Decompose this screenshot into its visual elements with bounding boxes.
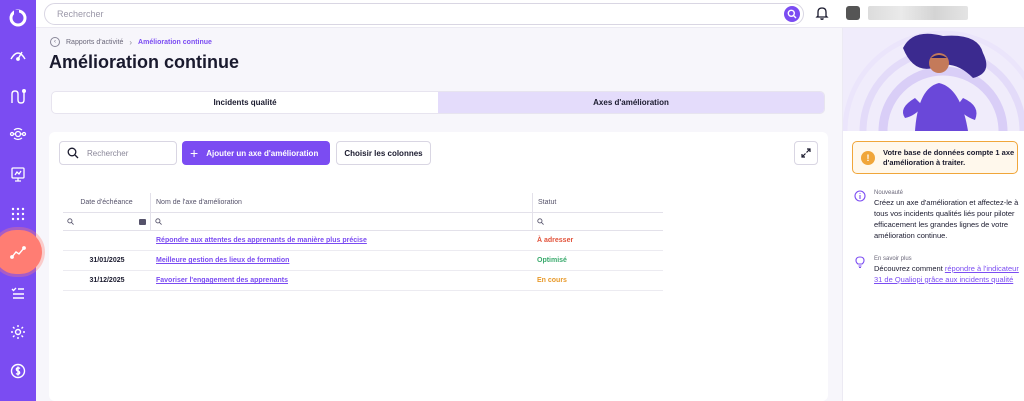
row-status: En cours [537,277,567,284]
user-name-blurred[interactable] [868,6,968,20]
table-row[interactable]: Répondre aux attentes des apprenants de … [63,231,663,251]
axes-table: Date d'échéance Nom de l'axe d'améliorat… [63,193,663,291]
filter-due-date[interactable] [63,213,151,230]
choose-columns-button[interactable]: Choisir les colonnes [336,141,431,165]
header-status[interactable]: Statut [533,193,663,212]
bell-icon[interactable] [814,5,830,21]
back-icon[interactable]: ‹ [50,37,60,47]
page-title: Amélioration continue [49,52,240,72]
add-axis-label: Ajouter un axe d'amélioration [206,148,319,158]
calendar-icon[interactable] [139,219,146,225]
table-row[interactable]: 31/12/2025 Favoriser l'engagement des ap… [63,271,663,291]
illustration [843,28,1024,131]
avatar[interactable] [846,6,860,20]
learn-more-block: En savoir plus Découvrez comment répondr… [854,256,1020,286]
search-icon [537,218,544,225]
axes-card: + Ajouter un axe d'amélioration Choisir … [49,132,828,401]
dashboard-icon[interactable] [8,44,28,64]
sidebar [0,0,42,401]
global-search[interactable] [44,3,804,25]
lightbulb-icon [855,256,865,268]
filter-status[interactable] [533,213,663,230]
alert-box: ! Votre base de données compte 1 axe d'a… [852,141,1018,174]
learn-more-label: En savoir plus [874,256,912,262]
tab-incidents-qualite[interactable]: Incidents qualité [52,92,438,113]
header-axis-name[interactable]: Nom de l'axe d'amélioration [151,193,533,212]
warning-icon: ! [861,150,875,165]
filter-axis-name[interactable] [151,213,533,230]
row-axis-link[interactable]: Meilleure gestion des lieux de formation [151,257,533,264]
search-icon [67,218,74,225]
journey-icon[interactable] [8,87,28,107]
table-search-input[interactable] [87,148,167,158]
alert-text: Votre base de données compte 1 axe d'amé… [883,147,1015,167]
learn-more-text: Découvrez comment [874,264,945,273]
help-panel: ! Votre base de données compte 1 axe d'a… [842,28,1024,401]
news-label: Nouveauté [874,190,904,196]
row-status: Optimisé [537,257,567,264]
network-icon[interactable] [8,124,28,144]
row-due-date: 31/01/2025 [89,257,125,264]
tab-bar: Incidents qualité Axes d'amélioration [51,91,825,114]
search-icon [155,218,162,225]
breadcrumb-current: Amélioration continue [138,38,212,46]
expand-icon [801,148,811,158]
improvement-icon[interactable] [8,242,28,262]
chevron-right-icon: › [129,37,133,47]
table-header: Date d'échéance Nom de l'axe d'améliorat… [63,193,663,213]
search-icon [67,147,79,159]
grid-icon[interactable] [8,204,28,224]
info-icon [854,190,866,202]
breadcrumb: ‹ Rapports d'activité › Amélioration con… [50,37,212,47]
table-row[interactable]: 31/01/2025 Meilleure gestion des lieux d… [63,251,663,271]
table-filter-row [63,213,663,231]
add-axis-button[interactable]: + Ajouter un axe d'amélioration [182,141,330,165]
breadcrumb-parent[interactable]: Rapports d'activité [66,39,123,46]
header-due-date[interactable]: Date d'échéance [63,193,151,212]
learn-more-body: Découvrez comment répondre à l'indicateu… [874,264,1020,286]
logo-icon[interactable] [8,8,28,28]
row-axis-link[interactable]: Favoriser l'engagement des apprenants [151,277,533,284]
expand-button[interactable] [794,141,818,165]
table-search[interactable] [59,141,177,165]
row-axis-link[interactable]: Répondre aux attentes des apprenants de … [151,237,533,244]
main-content: ‹ Rapports d'activité › Amélioration con… [36,28,842,401]
list-icon[interactable] [8,283,28,303]
row-status: À adresser [537,237,574,244]
tab-axes-amelioration[interactable]: Axes d'amélioration [438,92,824,113]
global-search-input[interactable] [57,9,757,19]
report-icon[interactable] [8,164,28,184]
search-submit-button[interactable] [784,6,800,22]
settings-icon[interactable] [8,322,28,342]
plus-icon: + [190,145,199,161]
topbar [36,0,1024,28]
row-due-date: 31/12/2025 [89,277,125,284]
news-body: Créez un axe d'amélioration et affectez-… [874,198,1019,240]
news-block: Nouveauté Créez un axe d'amélioration et… [854,190,1020,242]
search-icon [787,9,797,19]
money-icon[interactable] [8,361,28,381]
